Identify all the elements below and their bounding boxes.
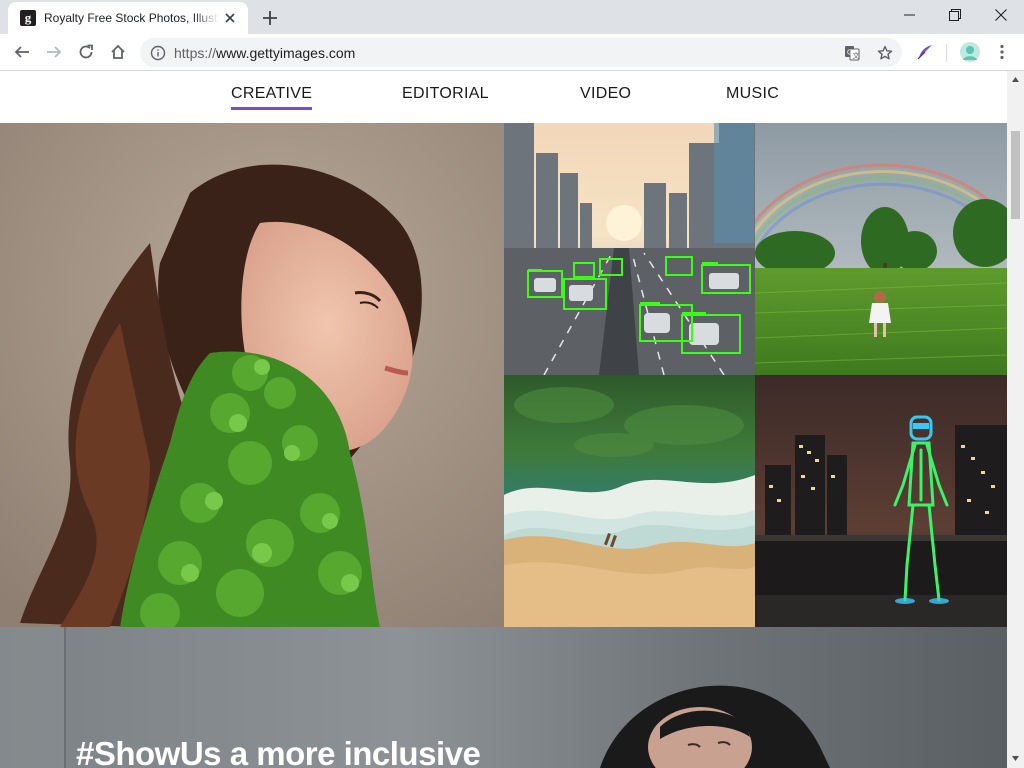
- svg-text:文: 文: [853, 51, 860, 60]
- nav-tab-creative[interactable]: CREATIVE: [231, 85, 313, 110]
- page-viewport: CREATIVE EDITORIAL VIDEO MUSIC #ShowUs a…: [0, 71, 1024, 768]
- new-tab-icon[interactable]: [258, 6, 282, 30]
- nav-tab-video[interactable]: VIDEO: [580, 85, 631, 107]
- banner-title: #ShowUs a more inclusive: [76, 735, 481, 768]
- hero-mosaic: [0, 123, 1007, 627]
- gettyimages-favicon-icon: g: [20, 10, 36, 26]
- profile-avatar-icon[interactable]: [956, 38, 984, 66]
- tab-strip: g Royalty Free Stock Photos, Illustratio…: [0, 0, 1024, 34]
- bookmark-star-icon[interactable]: [876, 44, 894, 62]
- maximize-icon[interactable]: [932, 0, 978, 30]
- minimize-icon[interactable]: [886, 0, 932, 30]
- scroll-up-icon[interactable]: [1011, 75, 1020, 84]
- browser-tab[interactable]: g Royalty Free Stock Photos, Illustratio…: [8, 2, 248, 34]
- close-tab-icon[interactable]: [222, 10, 238, 26]
- browser-toolbar: https://www.gettyimages.com G文: [0, 34, 1024, 71]
- extension-feather-icon[interactable]: [911, 38, 939, 66]
- nav-tab-music[interactable]: MUSIC: [726, 85, 779, 107]
- tab-title: Royalty Free Stock Photos, Illustrations…: [44, 11, 219, 25]
- address-bar[interactable]: https://www.gettyimages.com G文: [140, 38, 902, 67]
- back-icon[interactable]: [8, 38, 36, 66]
- url-text: https://www.gettyimages.com: [174, 44, 356, 61]
- browser-menu-icon[interactable]: [988, 38, 1016, 66]
- page-scrollbar[interactable]: [1007, 71, 1024, 768]
- hero-photo-city-highway[interactable]: [504, 123, 755, 375]
- hero-photo-child-rainbow[interactable]: [755, 123, 1007, 375]
- forward-icon[interactable]: [40, 38, 68, 66]
- site-nav: CREATIVE EDITORIAL VIDEO MUSIC: [0, 71, 1007, 123]
- reload-icon[interactable]: [72, 38, 100, 66]
- scroll-down-icon[interactable]: [1011, 754, 1020, 763]
- site-info-icon[interactable]: [150, 45, 166, 61]
- hero-photo-aerial-beach[interactable]: [504, 375, 755, 627]
- close-window-icon[interactable]: [978, 0, 1024, 30]
- hero-photo-woman-moss[interactable]: [0, 123, 504, 627]
- translate-icon[interactable]: G文: [843, 44, 861, 62]
- nav-tab-editorial[interactable]: EDITORIAL: [402, 85, 489, 107]
- home-icon[interactable]: [104, 38, 132, 66]
- hero-photo-led-figure[interactable]: [755, 375, 1007, 627]
- toolbar-separator: [946, 44, 947, 62]
- scroll-thumb[interactable]: [1011, 131, 1020, 219]
- showus-banner[interactable]: #ShowUs a more inclusive: [0, 627, 1007, 768]
